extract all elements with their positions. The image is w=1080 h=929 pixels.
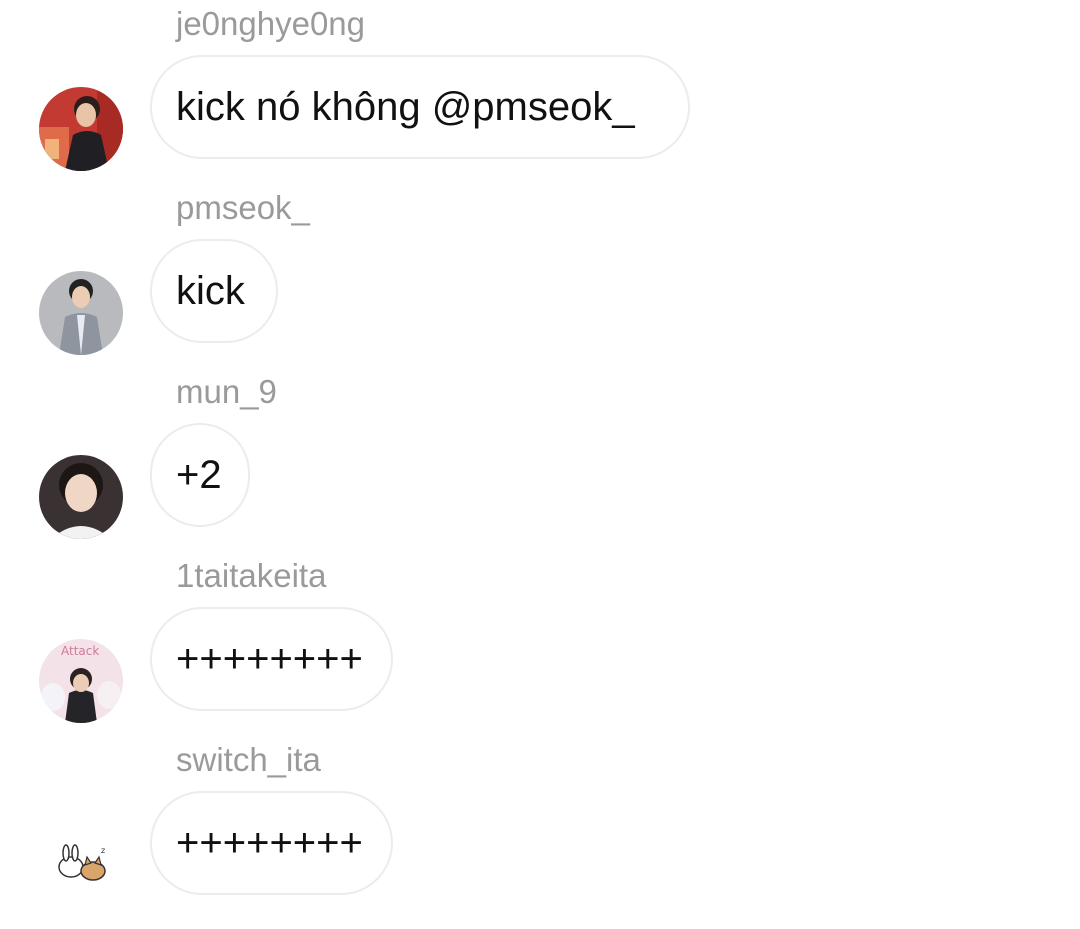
message-username[interactable]: 1taitakeita: [176, 556, 326, 596]
message-username[interactable]: switch_ita: [176, 740, 321, 780]
svg-text:z: z: [101, 846, 105, 855]
user-avatar[interactable]: [39, 455, 123, 539]
message-bubble[interactable]: kick: [150, 239, 278, 343]
user-avatar[interactable]: z: [39, 823, 123, 907]
user-avatar[interactable]: Attack: [39, 639, 123, 723]
avatar-sign-text: Attack: [61, 644, 99, 658]
message-bubble[interactable]: ++++++++: [150, 791, 393, 895]
message-username[interactable]: pmseok_: [176, 188, 310, 228]
message-bubble[interactable]: +2: [150, 423, 250, 527]
message-username[interactable]: je0nghye0ng: [176, 4, 365, 44]
user-avatar[interactable]: [39, 271, 123, 355]
message-bubble[interactable]: kick nó không @pmseok_: [150, 55, 690, 159]
message-username[interactable]: mun_9: [176, 372, 277, 412]
user-avatar[interactable]: [39, 87, 123, 171]
message-bubble[interactable]: ++++++++: [150, 607, 393, 711]
